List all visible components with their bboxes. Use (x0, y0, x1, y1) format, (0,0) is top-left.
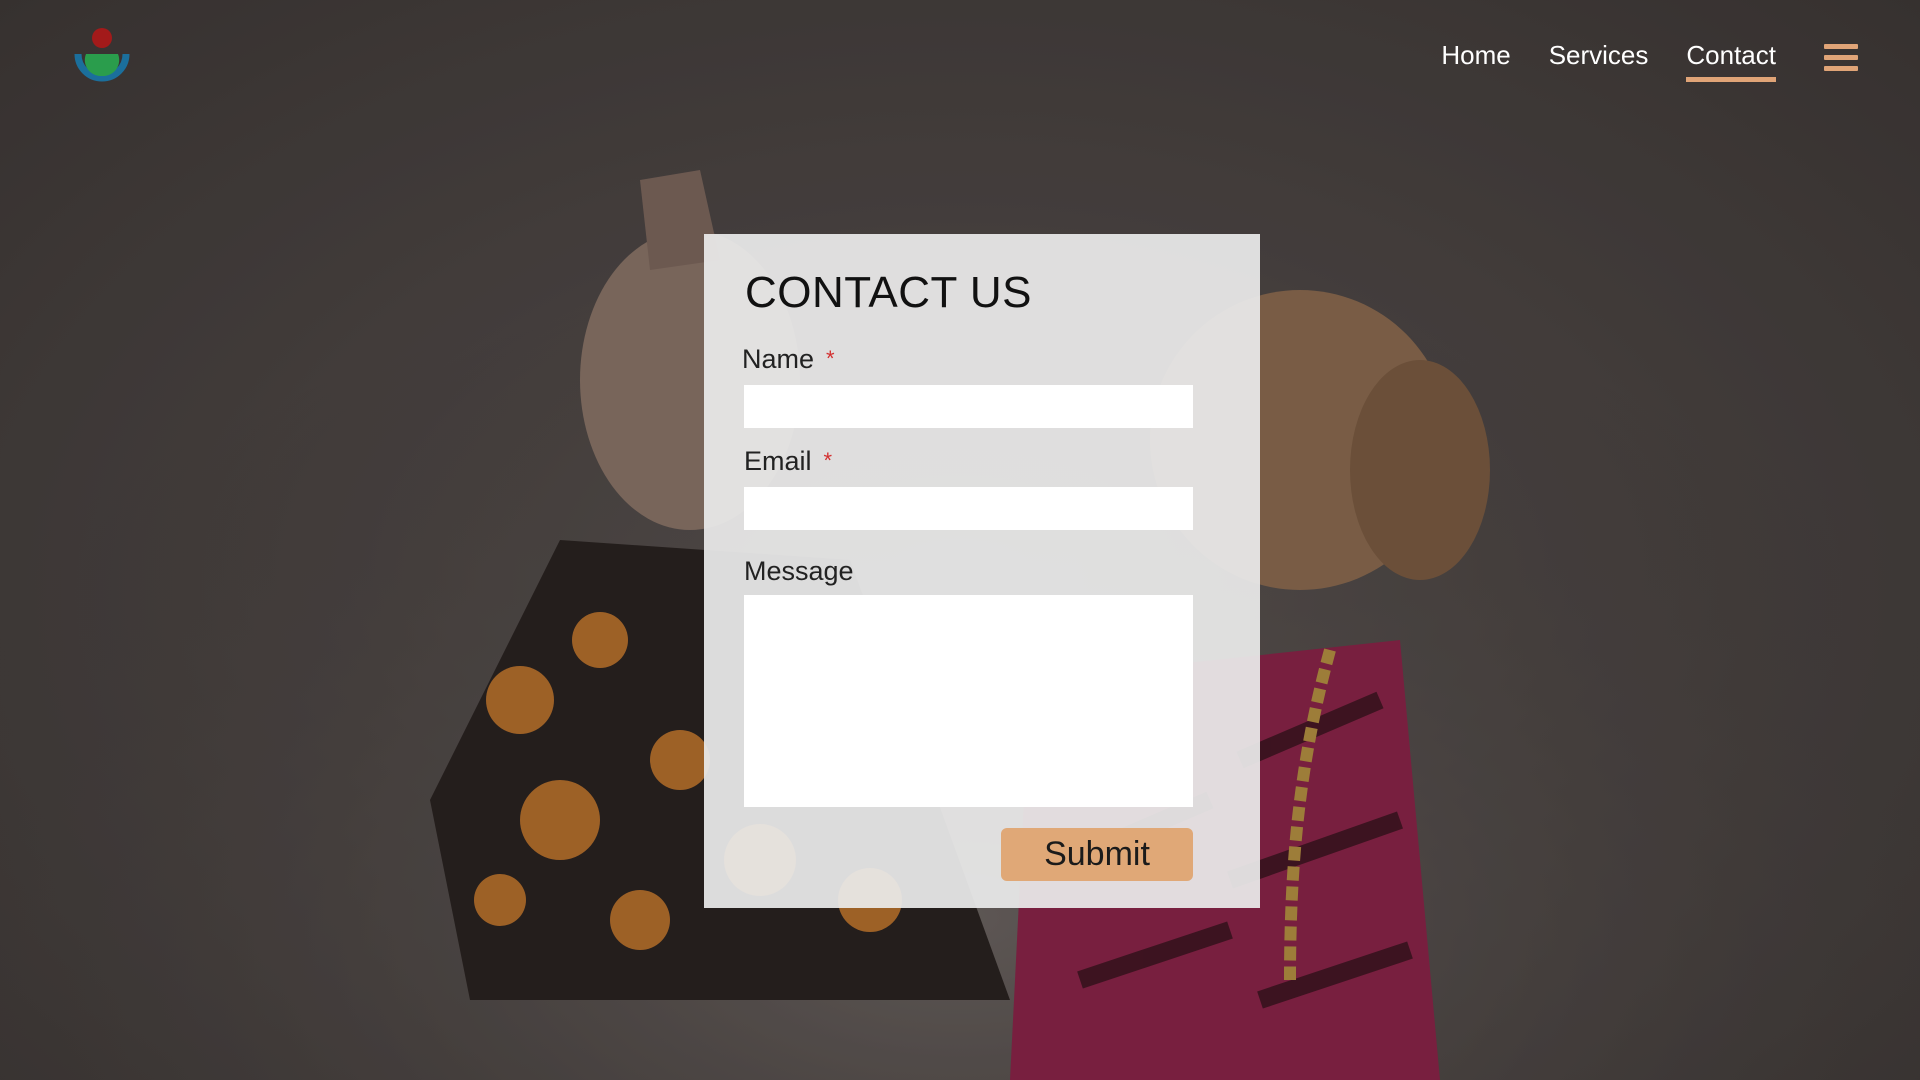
page: Home Services Contact CONTACT US Name * E… (0, 0, 1920, 1080)
name-input[interactable] (744, 385, 1193, 428)
nav-contact[interactable]: Contact (1686, 40, 1776, 82)
name-label-text: Name (742, 344, 815, 374)
name-label: Name * (742, 344, 835, 375)
email-input[interactable] (744, 487, 1193, 530)
menu-bar (1824, 44, 1858, 49)
menu-bar (1824, 55, 1858, 60)
email-label: Email * (744, 446, 832, 477)
submit-button[interactable]: Submit (1001, 828, 1193, 881)
nav-services[interactable]: Services (1549, 40, 1649, 82)
required-marker: * (826, 346, 835, 371)
menu-bar (1824, 66, 1858, 71)
required-marker: * (823, 448, 833, 473)
message-textarea[interactable] (744, 595, 1193, 807)
hamburger-menu-icon[interactable] (1824, 44, 1858, 74)
form-title: CONTACT US (745, 268, 1032, 317)
email-label-text: Email (744, 446, 812, 476)
message-label: Message (744, 556, 854, 587)
contact-form: CONTACT US Name * Email * Message Submit (704, 234, 1260, 908)
message-label-text: Message (744, 556, 854, 586)
main-nav: Home Services Contact (1441, 40, 1776, 82)
nav-home[interactable]: Home (1441, 40, 1510, 82)
wikimedia-logo-icon[interactable] (70, 24, 134, 90)
